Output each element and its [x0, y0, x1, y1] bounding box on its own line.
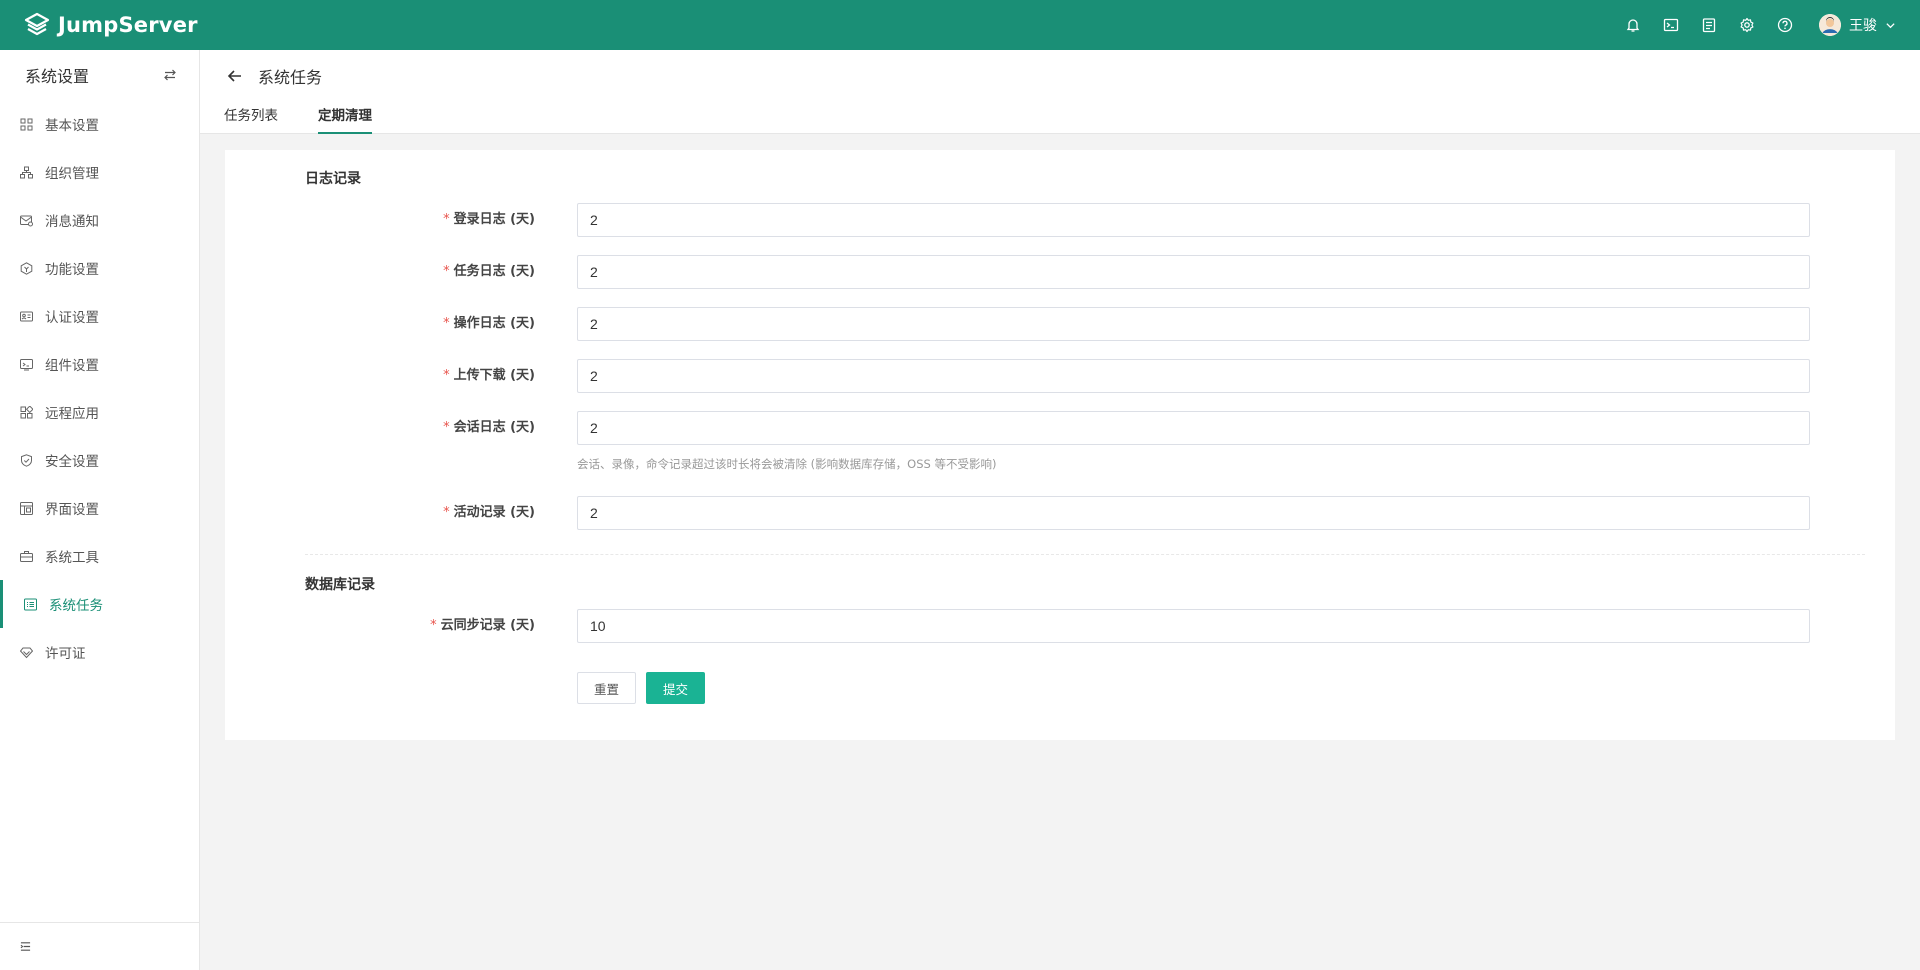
field-activity-log: * 活动记录 (天)	[225, 496, 1895, 530]
tab-task-list[interactable]: 任务列表	[224, 104, 278, 134]
sidebar-header: 系统设置	[0, 50, 199, 100]
gear-icon[interactable]	[1739, 17, 1755, 33]
ftp-log-days-input[interactable]	[577, 359, 1810, 393]
sidebar-item-label: 系统工具	[45, 550, 99, 566]
field-label: * 登录日志 (天)	[443, 212, 535, 227]
field-operate-log: * 操作日志 (天)	[225, 307, 1895, 341]
field-label: * 活动记录 (天)	[443, 505, 535, 520]
sidebar-item-label: 认证设置	[45, 310, 99, 326]
session-log-help-text: 会话、录像，命令记录超过该时长将会被清除 (影响数据库存储，OSS 等不受影响)	[577, 457, 997, 471]
task-log-days-input[interactable]	[577, 255, 1810, 289]
section-divider	[305, 554, 1865, 555]
field-session-log: * 会话日志 (天)	[225, 411, 1895, 445]
task-list-icon	[24, 598, 37, 610]
sidebar-item-features[interactable]: 功能设置	[0, 244, 199, 292]
field-label: * 云同步记录 (天)	[430, 618, 535, 633]
sidebar-item-interface[interactable]: 界面设置	[0, 484, 199, 532]
bell-icon[interactable]	[1625, 17, 1641, 33]
cleanup-form-card: 日志记录 *登录日志 (天) *任务日志 (天) *操作日志 (天) *上传下载…	[225, 150, 1895, 740]
field-label: * 上传下载 (天)	[443, 368, 535, 383]
required-mark: *	[443, 505, 450, 520]
sidebar-item-label: 系统任务	[49, 598, 103, 614]
sidebar-item-label: 远程应用	[45, 406, 99, 422]
sidebar-item-label: 消息通知	[45, 214, 99, 230]
sidebar-nav: 基本设置 组织管理 消息通知 功能设置 认证设置 组件设置 远程应用 安全设置	[0, 100, 199, 676]
sidebar-item-label: 界面设置	[45, 502, 99, 518]
swap-icon[interactable]	[163, 68, 177, 82]
activity-log-days-input[interactable]	[577, 496, 1810, 530]
section-title-database: 数据库记录	[305, 577, 375, 593]
brand[interactable]: JumpServer	[24, 12, 198, 38]
id-card-icon	[20, 311, 33, 321]
sidebar-item-label: 组件设置	[45, 358, 99, 374]
sidebar-item-security[interactable]: 安全设置	[0, 436, 199, 484]
field-label: * 任务日志 (天)	[443, 264, 535, 279]
tab-periodic-cleanup[interactable]: 定期清理	[318, 104, 372, 134]
section-title-logs: 日志记录	[305, 171, 361, 187]
field-cloud-sync-log: * 云同步记录 (天)	[225, 609, 1895, 643]
sidebar: 系统设置 基本设置 组织管理 消息通知 功能设置 认证设置 组件设置 远程应用 …	[0, 50, 200, 970]
layout-icon	[20, 501, 33, 515]
operate-log-days-input[interactable]	[577, 307, 1810, 341]
reset-button[interactable]: 重置	[577, 672, 637, 704]
sidebar-item-remote-apps[interactable]: 远程应用	[0, 388, 199, 436]
apps-icon	[20, 405, 33, 418]
sidebar-item-basic[interactable]: 基本设置	[0, 100, 199, 148]
message-icon	[20, 215, 33, 226]
top-bar: JumpServer 王骏	[0, 0, 1920, 50]
collapse-menu-icon[interactable]	[20, 941, 31, 952]
user-menu[interactable]: 王骏	[1819, 14, 1896, 36]
sidebar-item-label: 功能设置	[45, 262, 99, 278]
notes-icon[interactable]	[1701, 17, 1717, 33]
tabs: 任务列表 定期清理	[224, 104, 372, 134]
user-name: 王骏	[1849, 18, 1877, 34]
required-mark: *	[443, 316, 450, 331]
grid-icon	[20, 118, 33, 130]
cloud-sync-days-input[interactable]	[577, 609, 1810, 643]
feature-icon	[20, 261, 33, 275]
avatar	[1819, 14, 1841, 36]
sidebar-item-label: 组织管理	[45, 166, 99, 182]
required-mark: *	[443, 368, 450, 383]
page-header: 系统任务 任务列表 定期清理	[200, 50, 1920, 134]
sidebar-item-messages[interactable]: 消息通知	[0, 196, 199, 244]
session-log-days-input[interactable]	[577, 411, 1810, 445]
page-title: 系统任务	[258, 68, 323, 87]
required-mark: *	[430, 618, 437, 633]
field-task-log: * 任务日志 (天)	[225, 255, 1895, 289]
sidebar-footer	[0, 922, 199, 970]
field-login-log: * 登录日志 (天)	[225, 203, 1895, 237]
toolbox-icon	[20, 550, 33, 562]
terminal-icon[interactable]	[1663, 17, 1679, 33]
login-log-days-input[interactable]	[577, 203, 1810, 237]
header-actions: 王骏	[1625, 14, 1896, 36]
sidebar-item-components[interactable]: 组件设置	[0, 340, 199, 388]
sidebar-item-license[interactable]: 许可证	[0, 628, 199, 676]
help-icon[interactable]	[1777, 17, 1793, 33]
submit-button[interactable]: 提交	[646, 672, 706, 704]
sidebar-item-label: 安全设置	[45, 454, 99, 470]
field-label: * 会话日志 (天)	[443, 420, 535, 435]
chevron-down-icon	[1886, 22, 1895, 28]
sidebar-item-auth[interactable]: 认证设置	[0, 292, 199, 340]
brand-name: JumpServer	[58, 13, 198, 37]
jumpserver-logo-icon	[24, 12, 50, 36]
field-ftp-log: * 上传下载 (天)	[225, 359, 1895, 393]
sidebar-item-label: 许可证	[45, 646, 86, 662]
back-arrow-icon[interactable]	[226, 67, 244, 85]
field-label: * 操作日志 (天)	[443, 316, 535, 331]
required-mark: *	[443, 212, 450, 227]
shield-icon	[21, 453, 32, 467]
sidebar-title: 系统设置	[25, 67, 90, 86]
org-tree-icon	[20, 166, 33, 178]
sidebar-item-org[interactable]: 组织管理	[0, 148, 199, 196]
required-mark: *	[443, 264, 450, 279]
component-icon	[20, 358, 33, 370]
license-icon	[20, 647, 33, 658]
required-mark: *	[443, 420, 450, 435]
title-row: 系统任务	[226, 64, 322, 88]
sidebar-item-system-tasks[interactable]: 系统任务	[0, 580, 199, 628]
sidebar-item-tools[interactable]: 系统工具	[0, 532, 199, 580]
sidebar-item-label: 基本设置	[45, 118, 99, 134]
